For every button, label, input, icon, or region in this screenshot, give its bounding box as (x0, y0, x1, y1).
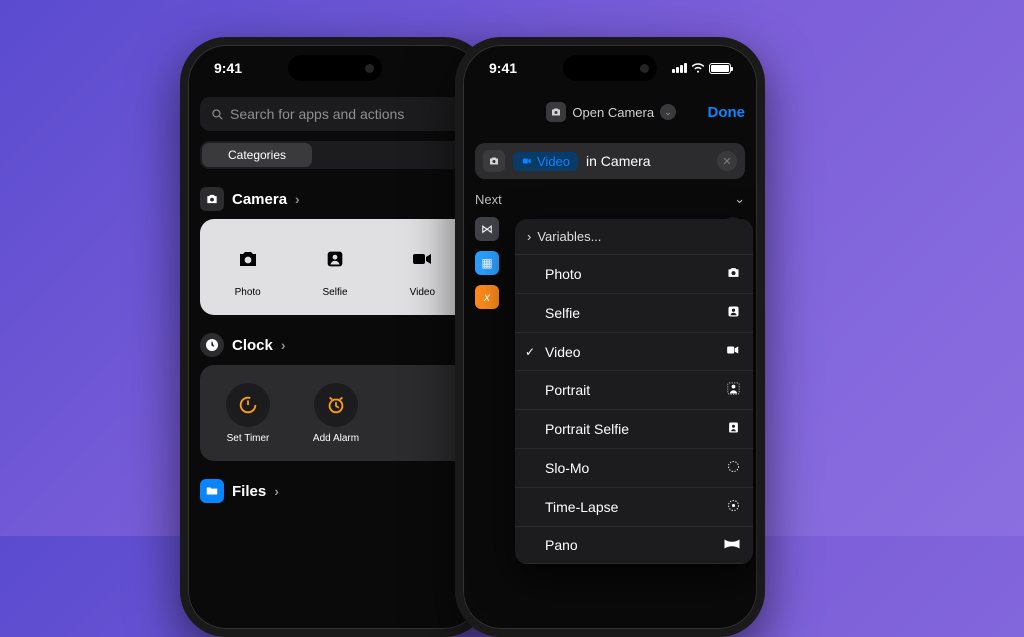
card-label: Selfie (291, 287, 378, 298)
pano-icon (723, 538, 741, 553)
option-label: Pano (545, 537, 578, 553)
card-selfie[interactable]: Selfie (291, 237, 378, 298)
camera-mode-popover: › Variables... Photo Selfie Video Portrait P… (515, 219, 753, 564)
segmented-control[interactable]: Categories (200, 141, 470, 169)
option-label: Portrait Selfie (545, 421, 629, 437)
dynamic-island (288, 55, 382, 81)
search-icon (210, 107, 224, 121)
next-label: Next (475, 192, 502, 207)
search-input[interactable]: Search for apps and actions (200, 97, 470, 131)
option-label: Time-Lapse (545, 499, 618, 515)
camera-icon (483, 150, 505, 172)
chevron-right-icon: › (274, 483, 279, 499)
cellular-icon (672, 63, 687, 73)
card-label: Video (379, 287, 466, 298)
phone-left: 9:41 Search for apps and actions Categor… (180, 37, 490, 637)
camera-icon (226, 237, 270, 281)
camera-cards: Photo Selfie Video (200, 219, 470, 315)
app-chip: x (475, 285, 499, 309)
timelapse-icon (726, 498, 741, 516)
portrait-selfie-icon (726, 420, 741, 438)
option-label: Portrait (545, 382, 590, 398)
clock-cards: Set Timer Add Alarm (200, 365, 470, 461)
clock-icon (200, 333, 224, 357)
done-button[interactable]: Done (708, 104, 746, 121)
nav-title-text: Open Camera (572, 105, 654, 120)
popover-variables[interactable]: › Variables... (515, 219, 753, 255)
timer-icon (226, 383, 270, 427)
card-set-timer[interactable]: Set Timer (204, 383, 292, 444)
action-row[interactable]: Video in Camera ✕ (475, 143, 745, 179)
parameter-token[interactable]: Video (513, 152, 578, 171)
app-chip: ⋈ (475, 217, 499, 241)
option-label: Photo (545, 266, 582, 282)
alarm-icon (314, 383, 358, 427)
clear-button[interactable]: ✕ (717, 151, 737, 171)
option-label: Slo-Mo (545, 460, 589, 476)
dynamic-island (563, 55, 657, 81)
video-icon (400, 237, 444, 281)
section-camera[interactable]: Camera › (200, 187, 470, 211)
action-suffix: in Camera (586, 153, 651, 169)
section-files[interactable]: Files › (200, 479, 470, 503)
battery-icon (709, 63, 731, 74)
popover-option-portrait-selfie[interactable]: Portrait Selfie (515, 410, 753, 449)
card-add-alarm[interactable]: Add Alarm (292, 383, 380, 444)
option-label: Selfie (545, 305, 580, 321)
popover-option-video[interactable]: Video (515, 333, 753, 371)
slomo-icon (726, 459, 741, 477)
popover-option-selfie[interactable]: Selfie (515, 294, 753, 333)
chevron-right-icon: › (295, 191, 300, 207)
selfie-icon (313, 237, 357, 281)
selfie-icon (726, 304, 741, 322)
option-label: Video (545, 344, 581, 360)
nav-title[interactable]: Open Camera ⌄ (546, 102, 676, 122)
files-icon (200, 479, 224, 503)
next-action-header[interactable]: Next ⌄ (475, 191, 745, 207)
wifi-icon (691, 61, 705, 75)
chevron-down-icon: ⌄ (734, 191, 745, 207)
popover-option-photo[interactable]: Photo (515, 255, 753, 294)
popover-option-pano[interactable]: Pano (515, 527, 753, 564)
search-placeholder: Search for apps and actions (230, 106, 404, 122)
section-clock[interactable]: Clock › (200, 333, 470, 357)
card-label: Set Timer (204, 433, 292, 444)
portrait-icon (726, 381, 741, 399)
nav-bar: Open Camera ⌄ Done (475, 95, 745, 129)
camera-icon (546, 102, 566, 122)
card-label: Add Alarm (292, 433, 380, 444)
section-title: Clock (232, 337, 273, 354)
seg-categories[interactable]: Categories (202, 143, 312, 167)
camera-icon (200, 187, 224, 211)
chevron-right-icon: › (281, 337, 286, 353)
section-title: Camera (232, 191, 287, 208)
chevron-down-icon: ⌄ (660, 104, 676, 120)
token-text: Video (537, 154, 570, 169)
card-label: Photo (204, 287, 291, 298)
section-title: Files (232, 483, 266, 500)
phone-right: 9:41 Open Camera ⌄ Done Video in Camera … (455, 37, 765, 637)
popover-option-slo-mo[interactable]: Slo-Mo (515, 449, 753, 488)
status-time: 9:41 (489, 60, 517, 76)
chevron-right-icon: › (527, 229, 531, 244)
app-chip: ▦ (475, 251, 499, 275)
video-icon (521, 156, 533, 166)
card-video[interactable]: Video (379, 237, 466, 298)
video-icon (725, 343, 741, 360)
popover-option-time-lapse[interactable]: Time-Lapse (515, 488, 753, 527)
card-photo[interactable]: Photo (204, 237, 291, 298)
popover-option-portrait[interactable]: Portrait (515, 371, 753, 410)
status-icons (672, 61, 731, 75)
status-time: 9:41 (214, 60, 242, 76)
camera-icon (726, 265, 741, 283)
popover-header-text: Variables... (537, 229, 601, 244)
